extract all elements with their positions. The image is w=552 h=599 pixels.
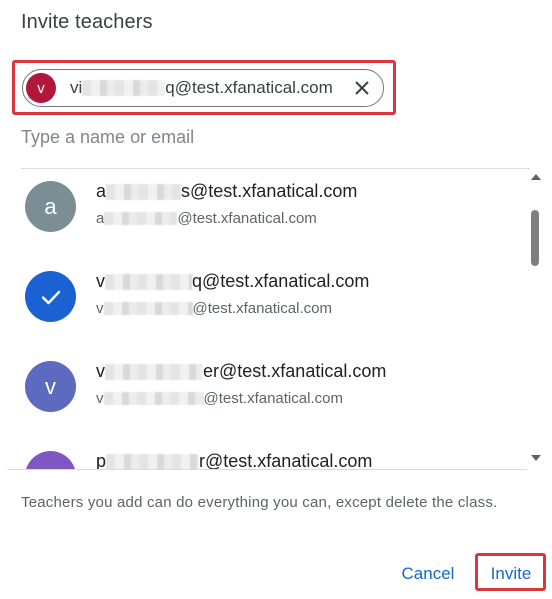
email-suffix: s@test.xfanatical.com <box>181 181 358 201</box>
redacted-text <box>103 302 193 315</box>
list-item-email: a s@test.xfanatical.com <box>96 181 357 202</box>
email-prefix: a <box>96 210 105 227</box>
cancel-button[interactable]: Cancel <box>393 561 463 587</box>
email-suffix: er@test.xfanatical.com <box>203 361 387 381</box>
email-suffix: @test.xfanatical.com <box>203 390 343 407</box>
divider <box>7 469 527 470</box>
redacted-text <box>106 183 182 200</box>
scroll-up-arrow-icon[interactable] <box>531 174 541 180</box>
invite-button[interactable]: Invite <box>480 561 542 587</box>
email-prefix: v <box>96 361 105 381</box>
dialog-title: Invite teachers <box>21 11 153 33</box>
avatar: a <box>25 181 76 232</box>
avatar: p <box>25 451 76 470</box>
scroll-down-arrow-icon[interactable] <box>531 455 541 461</box>
chip-avatar: v <box>26 73 56 103</box>
redacted-text <box>103 392 204 405</box>
redacted-text <box>82 80 166 96</box>
email-suffix: r@test.xfanatical.com <box>199 451 373 470</box>
list-item[interactable]: v v er@test.xfanatical.com v @test.xfana… <box>0 349 527 439</box>
selected-recipient-chip[interactable]: v vi q@test.xfanatical.com <box>22 69 384 107</box>
chip-email-prefix: vi <box>70 78 83 97</box>
list-item-secondary: a @test.xfanatical.com <box>96 210 317 227</box>
avatar: v <box>25 361 76 412</box>
list-scrollbar[interactable] <box>527 169 544 467</box>
redacted-text <box>106 453 200 470</box>
redacted-text <box>105 273 192 290</box>
email-prefix: a <box>96 181 107 201</box>
close-icon[interactable] <box>351 77 373 99</box>
email-prefix: v <box>96 390 104 407</box>
list-item[interactable]: a a s@test.xfanatical.com a @test.xfanat… <box>0 169 527 259</box>
chip-email-suffix: q@test.xfanatical.com <box>165 78 333 97</box>
email-prefix: p <box>96 451 107 470</box>
redacted-text <box>105 363 203 380</box>
list-item-email: v q@test.xfanatical.com <box>96 271 369 292</box>
check-icon <box>25 271 76 322</box>
list-item-secondary: v @test.xfanatical.com <box>96 300 332 317</box>
list-item-secondary: v @test.xfanatical.com <box>96 390 343 407</box>
suggestion-list: a a s@test.xfanatical.com a @test.xfanat… <box>0 169 527 470</box>
name-email-input[interactable] <box>21 124 391 150</box>
email-suffix: @test.xfanatical.com <box>192 300 332 317</box>
email-suffix: q@test.xfanatical.com <box>192 271 370 291</box>
redacted-text <box>104 212 178 225</box>
list-item-email: p r@test.xfanatical.com <box>96 451 372 470</box>
list-item[interactable]: p p r@test.xfanatical.com <box>0 439 527 470</box>
email-suffix: @test.xfanatical.com <box>177 210 317 227</box>
email-prefix: v <box>96 271 105 291</box>
chip-email: vi q@test.xfanatical.com <box>70 78 333 98</box>
list-item-email: v er@test.xfanatical.com <box>96 361 386 382</box>
scroll-thumb[interactable] <box>531 210 539 266</box>
invite-teachers-dialog: Invite teachers v vi q@test.xfanatical.c… <box>0 0 552 599</box>
list-item[interactable]: v q@test.xfanatical.com v @test.xfanatic… <box>0 259 527 349</box>
permission-note: Teachers you add can do everything you c… <box>21 494 498 511</box>
email-prefix: v <box>96 300 104 317</box>
